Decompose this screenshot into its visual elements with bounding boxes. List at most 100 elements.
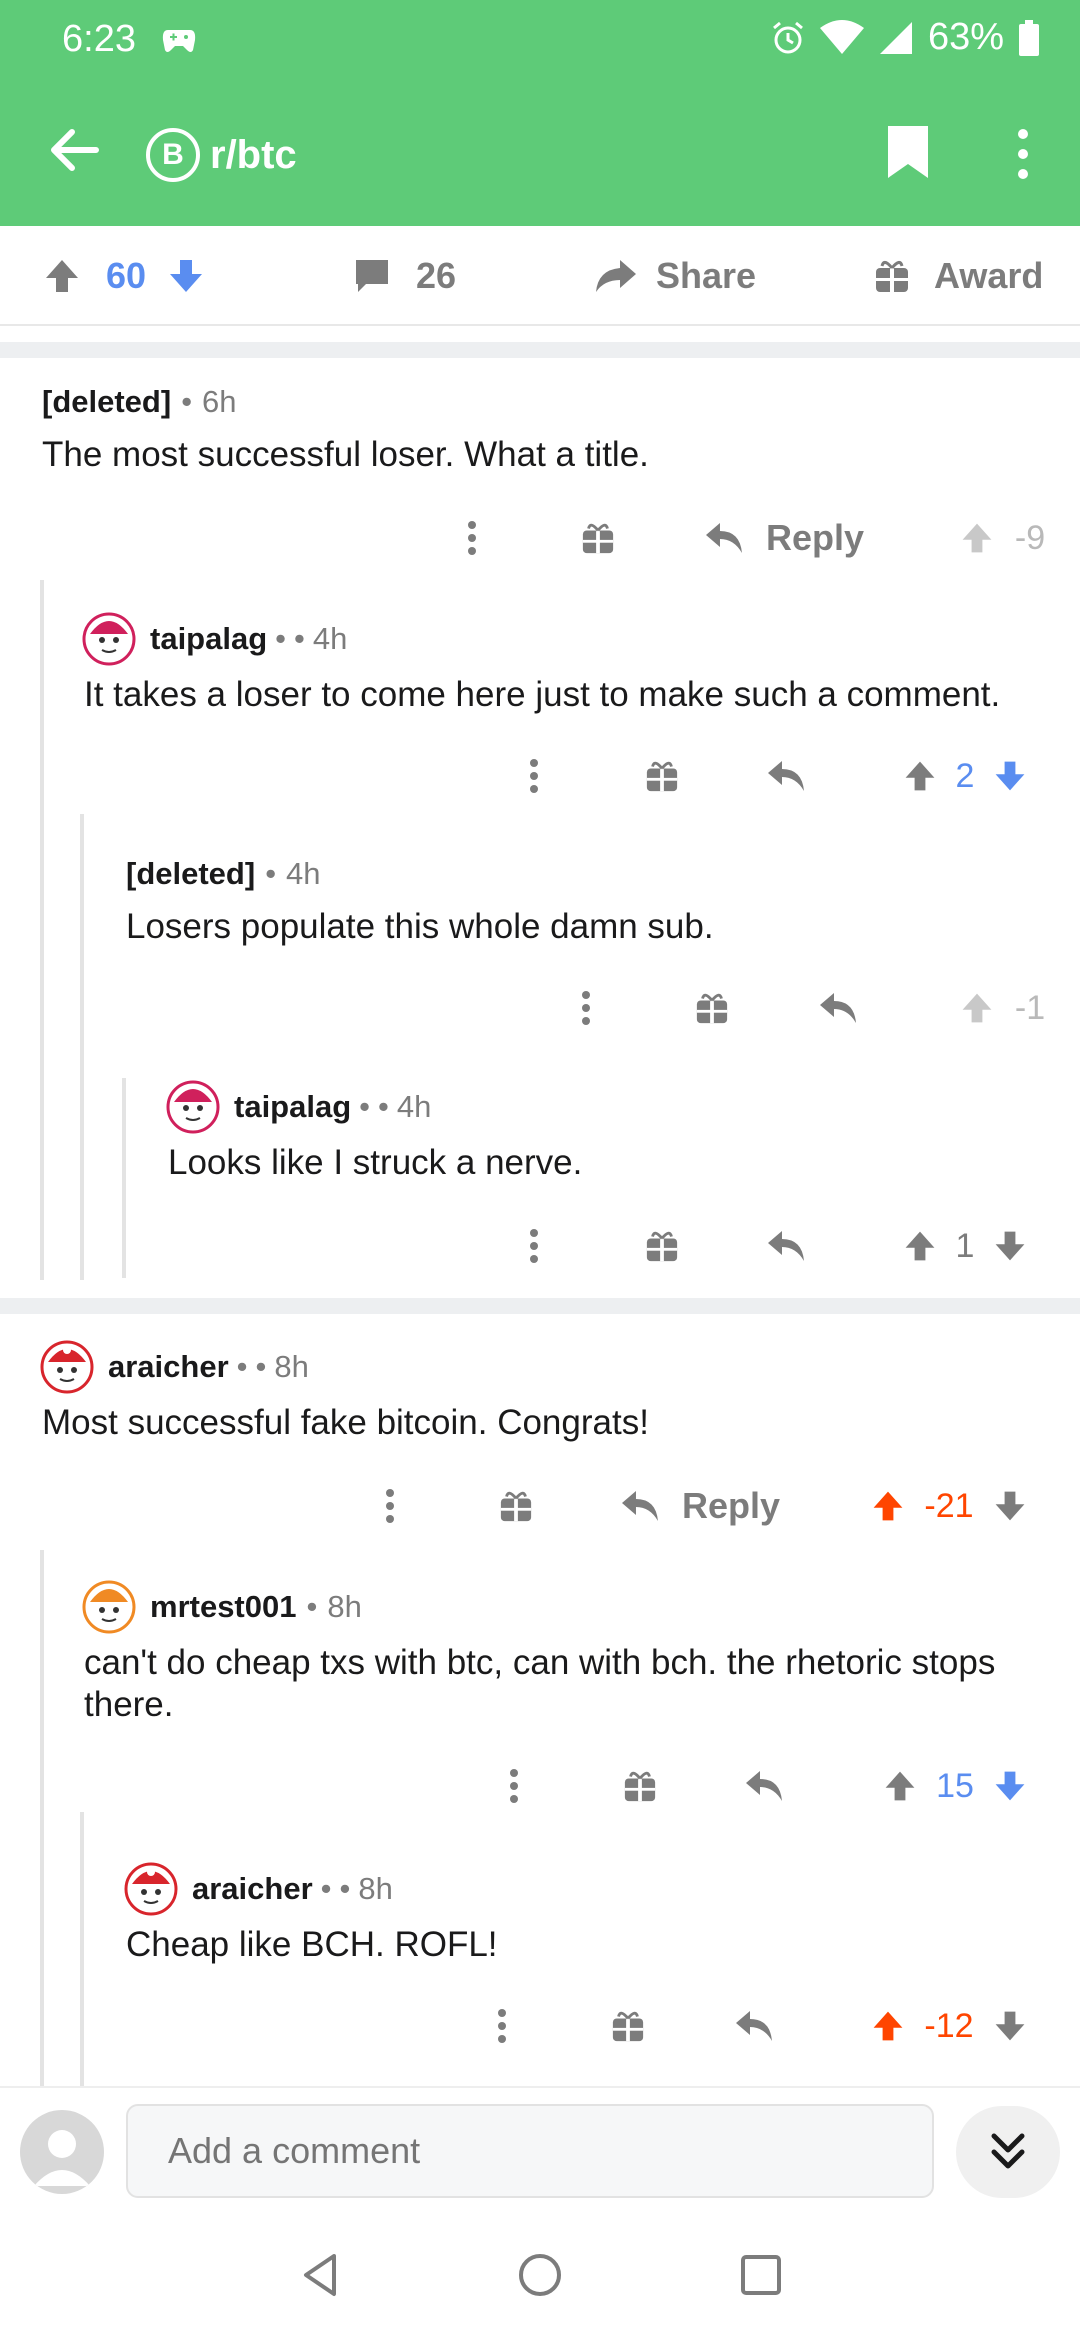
user-flair: •	[359, 1089, 371, 1124]
more-vertical-icon	[468, 521, 476, 555]
nav-home-icon[interactable]	[515, 2250, 565, 2300]
share-label: Share	[656, 255, 757, 296]
comment-vote-group: -12	[858, 1996, 1040, 2056]
meta-dot: •	[294, 621, 305, 656]
upvote-arrow-icon[interactable]	[870, 1488, 906, 1524]
gift-icon	[500, 1491, 532, 1522]
comments-count-button[interactable]: 26	[352, 226, 456, 326]
game-controller-icon	[162, 30, 196, 52]
gift-icon	[646, 761, 678, 792]
comment-meta: [deleted] • 6h	[42, 384, 237, 420]
post-vote-group: 60	[42, 226, 206, 326]
user-flair: •	[236, 1349, 248, 1384]
award-button[interactable]: Award	[874, 226, 1043, 326]
reply-button[interactable]	[818, 978, 858, 1038]
comment-actions: 1	[0, 1216, 1080, 1276]
user-avatar[interactable]	[20, 2110, 104, 2194]
subreddit-title[interactable]: B r/btc	[146, 128, 297, 182]
bitcoin-icon: B	[146, 128, 200, 182]
post-actions-bar: 60 26 Share Award	[0, 226, 1080, 326]
avatar[interactable]	[124, 1862, 178, 1916]
comment-body: The most successful loser. What a title.	[42, 435, 649, 474]
comment-more-button[interactable]	[514, 1216, 554, 1276]
comment-meta: araicher • • 8h	[124, 1862, 393, 1916]
thread-rail	[80, 814, 84, 1280]
nav-back-icon[interactable]	[296, 2250, 346, 2300]
upvote-arrow-icon[interactable]	[902, 1228, 938, 1264]
comment-more-button[interactable]	[452, 508, 492, 568]
nav-recents-icon[interactable]	[736, 2250, 786, 2300]
comment-award-button[interactable]	[608, 1996, 648, 2056]
add-comment-input[interactable]	[126, 2104, 934, 2198]
upvote-arrow-icon[interactable]	[902, 758, 938, 794]
comment-actions: Reply -9	[0, 508, 1080, 568]
upvote-arrow-icon[interactable]	[959, 990, 995, 1026]
reply-button[interactable]: Reply	[704, 508, 864, 568]
upvote-arrow-icon[interactable]	[959, 520, 995, 556]
reply-button[interactable]	[734, 1996, 774, 2056]
more-vertical-icon	[582, 991, 590, 1025]
reply-button[interactable]	[766, 1216, 806, 1276]
downvote-arrow-icon[interactable]	[992, 1488, 1028, 1524]
comment-award-button[interactable]	[578, 508, 618, 568]
comment-author[interactable]: araicher	[192, 1871, 313, 1907]
comment-author[interactable]: [deleted]	[126, 856, 255, 892]
comment-award-button[interactable]	[642, 1216, 682, 1276]
comment-time: 4h	[286, 856, 321, 891]
comment-author[interactable]: taipalag	[234, 1089, 351, 1125]
comment-award-button[interactable]	[496, 1476, 536, 1536]
avatar[interactable]	[82, 1580, 136, 1634]
downvote-arrow-icon[interactable]	[992, 2008, 1028, 2044]
comment-more-button[interactable]	[494, 1756, 534, 1816]
comment-more-button[interactable]	[370, 1476, 410, 1536]
comment-vote-group: -1	[942, 978, 1062, 1038]
collapse-comments-button[interactable]	[956, 2106, 1060, 2198]
signal-icon	[879, 21, 912, 54]
meta-dot: •	[181, 384, 193, 419]
gift-icon	[646, 1231, 678, 1262]
meta-dot: •	[378, 1089, 389, 1124]
bookmark-icon[interactable]	[884, 124, 932, 180]
downvote-arrow-icon[interactable]	[166, 256, 206, 296]
comment-vote-group: 1	[890, 1216, 1040, 1276]
comment-author[interactable]: taipalag	[150, 621, 267, 657]
thread-rail	[40, 580, 44, 1280]
post-score: 60	[106, 255, 147, 296]
section-divider	[0, 342, 1080, 358]
avatar[interactable]	[82, 612, 136, 666]
reply-arrow-icon	[768, 761, 804, 791]
upvote-arrow-icon[interactable]	[882, 1768, 918, 1804]
alarm-icon	[772, 21, 803, 53]
comment-author[interactable]: [deleted]	[42, 384, 171, 420]
reply-button[interactable]	[744, 1756, 784, 1816]
comment-award-button[interactable]	[692, 978, 732, 1038]
comment-author[interactable]: mrtest001	[150, 1589, 296, 1625]
award-label: Award	[934, 255, 1044, 296]
upvote-arrow-icon[interactable]	[42, 256, 82, 296]
downvote-arrow-icon[interactable]	[992, 1228, 1028, 1264]
comment-more-button[interactable]	[566, 978, 606, 1038]
status-indicators: 63%	[770, 16, 1040, 59]
status-bar: 6:23 63%	[0, 0, 1080, 80]
comment-composer-bar	[0, 2086, 1080, 2212]
comment-author[interactable]: araicher	[108, 1349, 229, 1385]
comment-more-button[interactable]	[514, 746, 554, 806]
comment-body: It takes a loser to come here just to ma…	[84, 675, 1001, 714]
reply-button[interactable]	[766, 746, 806, 806]
upvote-arrow-icon[interactable]	[870, 2008, 906, 2044]
avatar[interactable]	[166, 1080, 220, 1134]
gift-icon	[612, 2011, 644, 2042]
back-arrow-icon[interactable]	[44, 120, 104, 180]
share-button[interactable]: Share	[594, 226, 756, 326]
comment-more-button[interactable]	[482, 1996, 522, 2056]
comment-award-button[interactable]	[620, 1756, 660, 1816]
reply-button[interactable]: Reply	[620, 1476, 780, 1536]
more-vertical-icon	[386, 1489, 394, 1523]
more-vertical-icon[interactable]	[1008, 126, 1038, 182]
comment-body: Most successful fake bitcoin. Congrats!	[42, 1403, 649, 1442]
comment-award-button[interactable]	[642, 746, 682, 806]
avatar[interactable]	[40, 1340, 94, 1394]
downvote-arrow-icon[interactable]	[992, 1768, 1028, 1804]
downvote-arrow-icon[interactable]	[992, 758, 1028, 794]
comment-score: 2	[955, 756, 975, 795]
